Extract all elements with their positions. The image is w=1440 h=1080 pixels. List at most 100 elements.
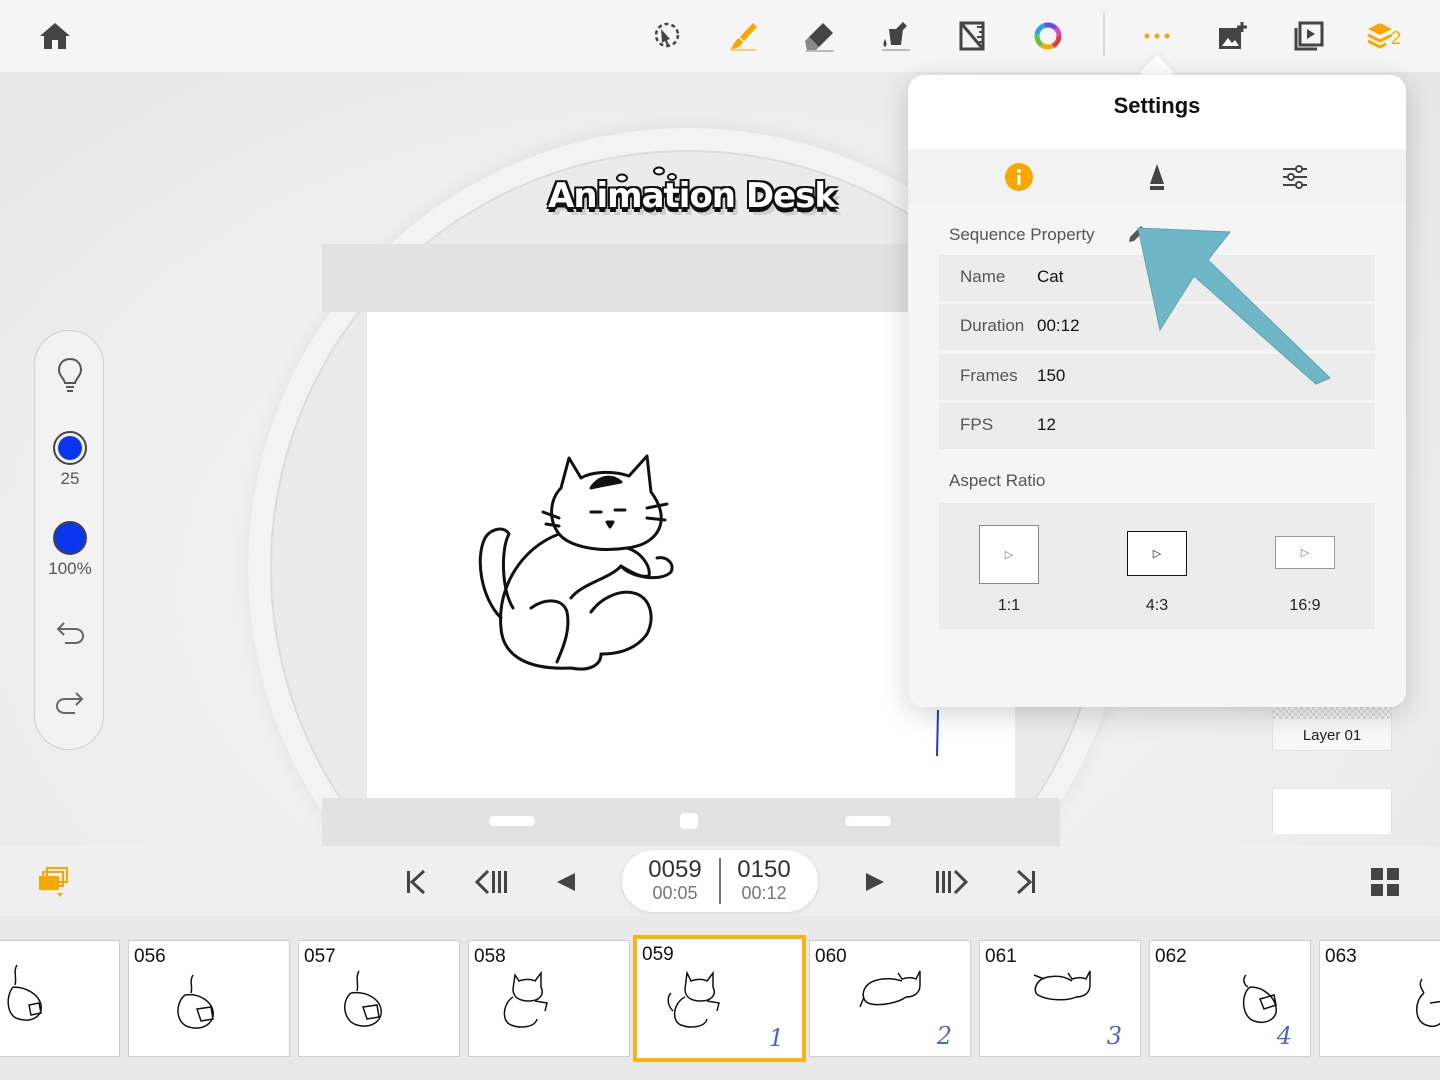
settings-tabs <box>908 149 1406 205</box>
ratio-label: 16:9 <box>1289 597 1321 614</box>
frame-cat-drawing <box>667 970 720 1028</box>
frame-thumbnail[interactable]: 056 <box>128 940 290 1057</box>
frame-number: 057 <box>304 946 336 967</box>
home-icon[interactable] <box>33 14 77 58</box>
brush-size-value: 25 <box>60 469 80 488</box>
property-value: Cat <box>1037 267 1064 286</box>
canvas-pen-stroke <box>936 709 939 757</box>
more-dots-icon[interactable] <box>1135 14 1179 58</box>
brush-size-dot <box>53 431 87 465</box>
play-preview-icon[interactable] <box>1287 14 1331 58</box>
layer-thumbnail-2[interactable] <box>1272 788 1392 834</box>
cat-drawing <box>478 454 674 671</box>
frame-mark: 1 <box>768 1024 784 1052</box>
frame-thumbnail-selected[interactable]: 059 1 <box>633 935 806 1062</box>
frame-cat-drawing <box>7 964 42 1021</box>
current-time: 00:05 <box>652 883 698 903</box>
brush-icon[interactable] <box>722 14 766 58</box>
total-time: 00:12 <box>741 883 787 903</box>
frame-counter: 0059 00:05 0150 00:12 <box>622 850 818 912</box>
annotation-arrow <box>1137 227 1331 385</box>
frame-cat-drawing <box>344 970 382 1027</box>
frame-cat-drawing <box>177 974 214 1029</box>
sliders-icon[interactable] <box>1277 159 1313 195</box>
brush-color-dot <box>53 521 87 555</box>
ratio-option-16-9[interactable]: ▷ 16:9 <box>1245 503 1365 629</box>
ratio-option-4-3[interactable]: ▷ 4:3 <box>1097 503 1217 629</box>
app-logo: Animation Desk <box>548 176 837 216</box>
frame-number: 058 <box>474 946 506 967</box>
desk-peg-left <box>489 816 535 826</box>
top-toolbar: 2 <box>0 0 1440 72</box>
layers-count: 2 <box>1391 28 1402 48</box>
filmstrip: 056 057 058 059 1 060 2 061 3 062 4 063 <box>0 916 1440 1080</box>
ratio-label: 1:1 <box>997 597 1021 614</box>
first-frame-icon[interactable] <box>396 862 436 902</box>
lightbulb-icon[interactable] <box>35 357 105 393</box>
color-wheel-icon[interactable] <box>1026 14 1070 58</box>
property-label: Frames <box>960 366 1018 385</box>
property-row-fps: FPS 12 <box>939 403 1375 449</box>
undo-icon[interactable] <box>35 617 105 645</box>
play-icon: ▷ <box>979 525 1039 584</box>
frame-cat-drawing <box>503 970 548 1028</box>
frame-mark: 3 <box>1106 1022 1122 1050</box>
frame-thumbnail[interactable]: 060 2 <box>809 940 971 1057</box>
toolbar-separator <box>1103 12 1105 56</box>
desk-peg-center <box>680 813 698 829</box>
frame-number: 063 <box>1325 946 1357 967</box>
frame-thumbnail[interactable]: 061 3 <box>979 940 1141 1057</box>
frame-cat-drawing <box>1416 978 1440 1027</box>
frame-number: 056 <box>134 946 166 967</box>
frame-thumbnail[interactable]: 058 <box>468 940 630 1057</box>
fill-bucket-icon[interactable] <box>874 14 918 58</box>
next-frame-icon[interactable] <box>855 862 895 902</box>
pen-nib-icon[interactable] <box>1139 159 1175 195</box>
ratio-option-1-1[interactable]: ▷ 1:1 <box>949 503 1069 629</box>
frame-thumbnail[interactable]: 063 <box>1319 940 1440 1057</box>
brush-size-control[interactable]: 25 <box>35 431 105 489</box>
layer-name: Layer 01 <box>1302 727 1362 744</box>
redo-icon[interactable] <box>35 687 105 715</box>
opacity-control[interactable]: 100% <box>35 521 105 579</box>
frame-number: 060 <box>815 946 847 967</box>
current-frame: 0059 <box>648 856 702 883</box>
sequence-property-title: Sequence Property <box>949 225 1095 244</box>
ratio-label: 4:3 <box>1145 597 1169 614</box>
settings-title: Settings <box>1113 93 1201 118</box>
next-keyframe-icon[interactable] <box>932 862 972 902</box>
total-frames: 0150 <box>737 856 791 883</box>
frame-cat-drawing <box>859 970 921 1008</box>
ruler-icon[interactable] <box>950 14 994 58</box>
frame-number: 062 <box>1155 946 1187 967</box>
frame-number: 059 <box>642 944 674 965</box>
frame-cat-drawing <box>1033 970 1091 1001</box>
add-image-icon[interactable] <box>1210 14 1254 58</box>
logo-bubbles <box>616 166 677 183</box>
aspect-ratio-title: Aspect Ratio <box>949 471 1046 490</box>
aspect-ratio-options: ▷ 1:1 ▷ 4:3 ▷ 16:9 <box>939 503 1375 629</box>
layer-thumbnail[interactable]: Layer 01 <box>1272 706 1392 751</box>
frame-mark: 2 <box>936 1022 952 1050</box>
frame-mark: 4 <box>1276 1022 1292 1050</box>
frame-thumbnail[interactable] <box>0 940 120 1057</box>
opacity-value: 100% <box>48 559 92 578</box>
settings-popover: Settings Sequence Property Name Cat Dura… <box>908 75 1406 707</box>
layer-transparency <box>1273 707 1391 719</box>
brush-side-panel: 25 100% <box>34 330 104 750</box>
prev-keyframe-icon[interactable] <box>471 862 511 902</box>
play-icon: ▷ <box>1127 531 1187 576</box>
eraser-icon[interactable] <box>798 14 842 58</box>
last-frame-icon[interactable] <box>1006 862 1046 902</box>
frame-number: 061 <box>985 946 1017 967</box>
frame-stack-icon[interactable] <box>34 862 74 902</box>
frame-thumbnail[interactable]: 062 4 <box>1149 940 1311 1057</box>
frame-thumbnail[interactable]: 057 <box>298 940 460 1057</box>
property-label: Name <box>960 267 1006 286</box>
layers-icon[interactable]: 2 <box>1363 14 1407 58</box>
grid-view-icon[interactable] <box>1365 862 1405 902</box>
lasso-select-icon[interactable] <box>645 14 689 58</box>
info-icon[interactable] <box>1001 159 1037 195</box>
prev-frame-icon[interactable] <box>546 862 586 902</box>
property-value: 12 <box>1037 415 1056 434</box>
